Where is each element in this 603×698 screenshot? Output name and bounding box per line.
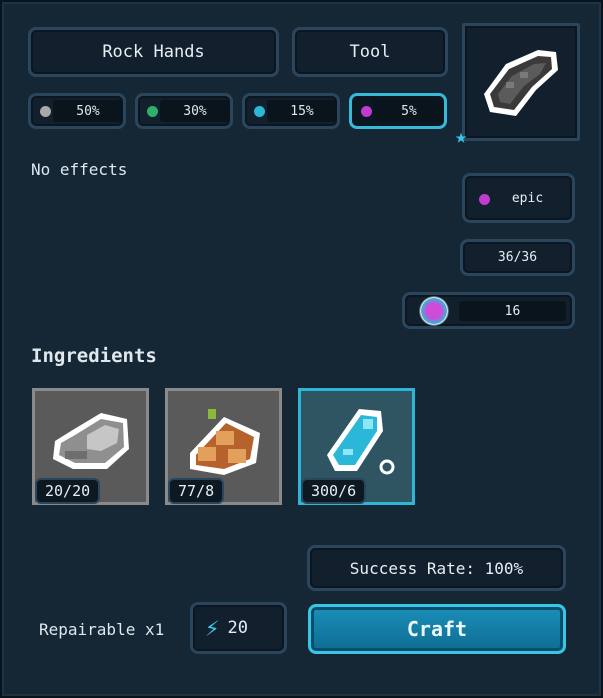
chance-uncommon[interactable]: 30% bbox=[135, 93, 233, 129]
gray-gem-icon bbox=[40, 106, 51, 117]
level-value: 16 bbox=[504, 303, 521, 319]
success-rate-box: Success Rate: 100% bbox=[307, 545, 566, 591]
ingredient-count: 20/20 bbox=[35, 478, 101, 504]
ingredient-slot-stone[interactable]: 20/20 bbox=[32, 388, 149, 505]
wood-logs-icon bbox=[190, 409, 260, 475]
ingredient-count: 77/8 bbox=[168, 478, 225, 504]
energy-cost-box: ⚡ 20 bbox=[190, 602, 287, 654]
rarity-box: epic bbox=[462, 173, 575, 223]
durability-value: 36/36 bbox=[497, 250, 538, 265]
chance-common[interactable]: 50% bbox=[28, 93, 126, 129]
effects-text: No effects bbox=[31, 160, 128, 179]
chance-value: 50% bbox=[76, 103, 100, 119]
chance-value: 5% bbox=[401, 103, 417, 119]
ingredients-title: Ingredients bbox=[31, 345, 157, 367]
success-rate-text: Success Rate: 100% bbox=[349, 558, 524, 578]
craft-label: Craft bbox=[406, 617, 468, 641]
chance-value: 30% bbox=[183, 103, 207, 119]
item-name-box: Rock Hands bbox=[28, 27, 279, 77]
rarity-label: epic bbox=[511, 190, 544, 206]
level-box: 16 bbox=[402, 292, 575, 329]
star-icon: ★ bbox=[455, 124, 468, 148]
purple-gem-icon bbox=[361, 106, 372, 117]
rock-hand-icon bbox=[484, 50, 558, 116]
craft-button[interactable]: Craft bbox=[308, 604, 566, 654]
blue-gem-icon bbox=[254, 106, 265, 117]
item-type: Tool bbox=[349, 42, 391, 62]
chance-epic[interactable]: 5% bbox=[349, 93, 447, 129]
purple-gem-icon bbox=[479, 194, 490, 205]
green-gem-icon bbox=[147, 106, 158, 117]
potion-icon bbox=[419, 296, 449, 326]
item-name: Rock Hands bbox=[102, 42, 205, 62]
chance-value: 15% bbox=[290, 103, 314, 119]
energy-cost-value: 20 bbox=[227, 618, 248, 638]
ingredient-slot-wood[interactable]: 77/8 bbox=[165, 388, 282, 505]
blue-scroll-icon bbox=[327, 409, 395, 475]
lightning-icon: ⚡ bbox=[205, 614, 220, 642]
repairable-text: Repairable x1 bbox=[39, 620, 165, 639]
ingredient-slot-scroll[interactable]: 300/6 bbox=[298, 388, 415, 505]
stone-icon bbox=[53, 413, 129, 469]
durability-box: 36/36 bbox=[460, 239, 575, 276]
ingredient-count: 300/6 bbox=[301, 478, 367, 504]
item-type-box: Tool bbox=[292, 27, 448, 77]
item-preview[interactable] bbox=[462, 23, 580, 141]
chance-rare[interactable]: 15% bbox=[242, 93, 340, 129]
